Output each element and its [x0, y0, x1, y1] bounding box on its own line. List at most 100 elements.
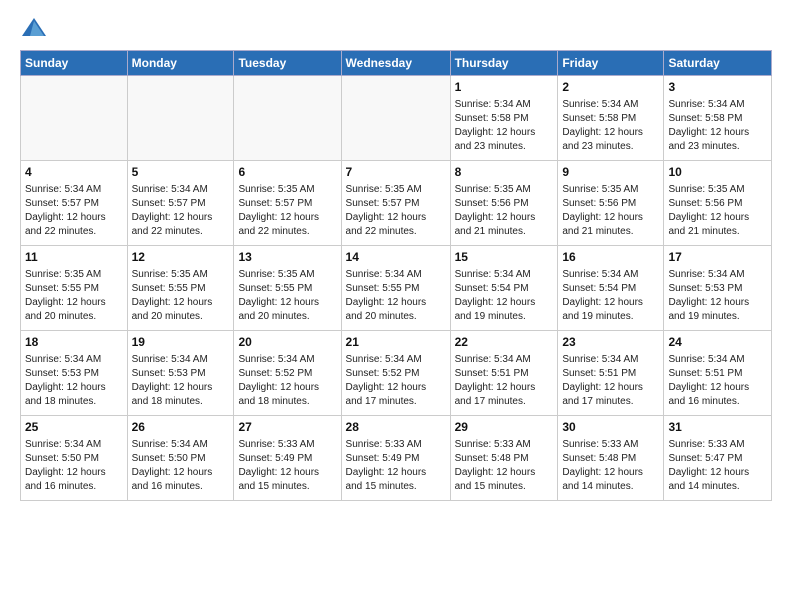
day-number: 22 [455, 334, 554, 351]
calendar-cell: 7 Sunrise: 5:35 AMSunset: 5:57 PMDaylight… [341, 161, 450, 246]
day-number: 4 [25, 164, 123, 181]
calendar-cell: 31Sunrise: 5:33 AMSunset: 5:47 PMDayligh… [664, 416, 772, 501]
day-info: Sunrise: 5:34 AMSunset: 5:53 PMDaylight:… [132, 353, 230, 409]
calendar-cell: 26Sunrise: 5:34 AMSunset: 5:50 PMDayligh… [127, 416, 234, 501]
day-info: Sunrise: 5:35 AMSunset: 5:57 PMDaylight:… [346, 183, 446, 239]
day-number: 5 [132, 164, 230, 181]
calendar-cell: 25Sunrise: 5:34 AMSunset: 5:50 PMDayligh… [21, 416, 128, 501]
day-number: 18 [25, 334, 123, 351]
day-info: Sunrise: 5:34 AMSunset: 5:58 PMDaylight:… [668, 98, 767, 154]
calendar-cell: 16 Sunrise: 5:34 AMSunset: 5:54 PMDayligh… [558, 246, 664, 331]
day-number: 15 [455, 249, 554, 266]
calendar-cell: 15 Sunrise: 5:34 AMSunset: 5:54 PMDayligh… [450, 246, 558, 331]
week-row-3: 11 Sunrise: 5:35 AMSunset: 5:55 PMDayligh… [21, 246, 772, 331]
day-number: 9 [562, 164, 659, 181]
calendar-cell: 2 Sunrise: 5:34 AMSunset: 5:58 PMDaylight… [558, 76, 664, 161]
day-number: 1 [455, 79, 554, 96]
day-info: Sunrise: 5:34 AMSunset: 5:51 PMDaylight:… [455, 353, 554, 409]
calendar-cell: 23 Sunrise: 5:34 AMSunset: 5:51 PMDayligh… [558, 331, 664, 416]
day-number: 20 [238, 334, 336, 351]
day-number: 10 [668, 164, 767, 181]
calendar-cell [341, 76, 450, 161]
day-number: 21 [346, 334, 446, 351]
day-number: 12 [132, 249, 230, 266]
day-number: 6 [238, 164, 336, 181]
calendar-cell: 28 Sunrise: 5:33 AMSunset: 5:49 PMDayligh… [341, 416, 450, 501]
calendar-cell: 8Sunrise: 5:35 AMSunset: 5:56 PMDaylight… [450, 161, 558, 246]
day-number: 27 [238, 419, 336, 436]
day-number: 24 [668, 334, 767, 351]
day-number: 19 [132, 334, 230, 351]
day-number: 16 [562, 249, 659, 266]
day-info: Sunrise: 5:34 AMSunset: 5:52 PMDaylight:… [238, 353, 336, 409]
day-info: Sunrise: 5:34 AMSunset: 5:52 PMDaylight:… [346, 353, 446, 409]
calendar-cell: 22 Sunrise: 5:34 AMSunset: 5:51 PMDayligh… [450, 331, 558, 416]
calendar-cell [127, 76, 234, 161]
day-number: 3 [668, 79, 767, 96]
week-row-5: 25Sunrise: 5:34 AMSunset: 5:50 PMDayligh… [21, 416, 772, 501]
weekday-header-row: SundayMondayTuesdayWednesdayThursdayFrid… [21, 51, 772, 76]
day-info: Sunrise: 5:33 AMSunset: 5:47 PMDaylight:… [668, 438, 767, 494]
week-row-2: 4 Sunrise: 5:34 AMSunset: 5:57 PMDaylight… [21, 161, 772, 246]
day-info: Sunrise: 5:33 AMSunset: 5:49 PMDaylight:… [238, 438, 336, 494]
day-info: Sunrise: 5:34 AMSunset: 5:53 PMDaylight:… [25, 353, 123, 409]
day-info: Sunrise: 5:34 AMSunset: 5:57 PMDaylight:… [25, 183, 123, 239]
calendar-cell: 9Sunrise: 5:35 AMSunset: 5:56 PMDaylight… [558, 161, 664, 246]
calendar-cell: 20 Sunrise: 5:34 AMSunset: 5:52 PMDayligh… [234, 331, 341, 416]
calendar-cell [234, 76, 341, 161]
calendar-cell: 14 Sunrise: 5:34 AMSunset: 5:55 PMDayligh… [341, 246, 450, 331]
day-number: 2 [562, 79, 659, 96]
day-info: Sunrise: 5:35 AMSunset: 5:57 PMDaylight:… [238, 183, 336, 239]
calendar-cell: 6 Sunrise: 5:35 AMSunset: 5:57 PMDaylight… [234, 161, 341, 246]
day-number: 17 [668, 249, 767, 266]
day-info: Sunrise: 5:34 AMSunset: 5:54 PMDaylight:… [455, 268, 554, 324]
calendar-table: SundayMondayTuesdayWednesdayThursdayFrid… [20, 50, 772, 501]
weekday-header-saturday: Saturday [664, 51, 772, 76]
day-info: Sunrise: 5:34 AMSunset: 5:51 PMDaylight:… [668, 353, 767, 409]
calendar-cell: 5 Sunrise: 5:34 AMSunset: 5:57 PMDaylight… [127, 161, 234, 246]
day-info: Sunrise: 5:35 AMSunset: 5:55 PMDaylight:… [238, 268, 336, 324]
calendar-cell: 27 Sunrise: 5:33 AMSunset: 5:49 PMDayligh… [234, 416, 341, 501]
calendar-cell: 29Sunrise: 5:33 AMSunset: 5:48 PMDayligh… [450, 416, 558, 501]
day-number: 7 [346, 164, 446, 181]
header [20, 16, 772, 40]
day-info: Sunrise: 5:34 AMSunset: 5:58 PMDaylight:… [562, 98, 659, 154]
calendar-cell: 11Sunrise: 5:35 AMSunset: 5:55 PMDayligh… [21, 246, 128, 331]
weekday-header-thursday: Thursday [450, 51, 558, 76]
day-info: Sunrise: 5:34 AMSunset: 5:51 PMDaylight:… [562, 353, 659, 409]
calendar-cell: 17 Sunrise: 5:34 AMSunset: 5:53 PMDayligh… [664, 246, 772, 331]
calendar-cell: 18 Sunrise: 5:34 AMSunset: 5:53 PMDayligh… [21, 331, 128, 416]
day-number: 26 [132, 419, 230, 436]
logo-icon [20, 16, 48, 40]
day-info: Sunrise: 5:34 AMSunset: 5:53 PMDaylight:… [668, 268, 767, 324]
week-row-4: 18 Sunrise: 5:34 AMSunset: 5:53 PMDayligh… [21, 331, 772, 416]
day-number: 23 [562, 334, 659, 351]
calendar-cell: 24 Sunrise: 5:34 AMSunset: 5:51 PMDayligh… [664, 331, 772, 416]
day-info: Sunrise: 5:35 AMSunset: 5:55 PMDaylight:… [132, 268, 230, 324]
calendar-cell: 19 Sunrise: 5:34 AMSunset: 5:53 PMDayligh… [127, 331, 234, 416]
weekday-header-monday: Monday [127, 51, 234, 76]
day-info: Sunrise: 5:33 AMSunset: 5:48 PMDaylight:… [562, 438, 659, 494]
logo [20, 16, 52, 40]
day-info: Sunrise: 5:34 AMSunset: 5:57 PMDaylight:… [132, 183, 230, 239]
day-info: Sunrise: 5:34 AMSunset: 5:54 PMDaylight:… [562, 268, 659, 324]
calendar-cell: 21 Sunrise: 5:34 AMSunset: 5:52 PMDayligh… [341, 331, 450, 416]
day-number: 8 [455, 164, 554, 181]
day-number: 14 [346, 249, 446, 266]
day-info: Sunrise: 5:35 AMSunset: 5:56 PMDaylight:… [668, 183, 767, 239]
calendar-cell: 10 Sunrise: 5:35 AMSunset: 5:56 PMDayligh… [664, 161, 772, 246]
day-number: 30 [562, 419, 659, 436]
day-number: 11 [25, 249, 123, 266]
calendar-cell: 3 Sunrise: 5:34 AMSunset: 5:58 PMDaylight… [664, 76, 772, 161]
day-number: 28 [346, 419, 446, 436]
calendar-cell: 12 Sunrise: 5:35 AMSunset: 5:55 PMDayligh… [127, 246, 234, 331]
day-info: Sunrise: 5:34 AMSunset: 5:55 PMDaylight:… [346, 268, 446, 324]
day-info: Sunrise: 5:34 AMSunset: 5:50 PMDaylight:… [25, 438, 123, 494]
weekday-header-tuesday: Tuesday [234, 51, 341, 76]
weekday-header-wednesday: Wednesday [341, 51, 450, 76]
day-info: Sunrise: 5:33 AMSunset: 5:49 PMDaylight:… [346, 438, 446, 494]
calendar-cell: 4 Sunrise: 5:34 AMSunset: 5:57 PMDaylight… [21, 161, 128, 246]
week-row-1: 1 Sunrise: 5:34 AMSunset: 5:58 PMDaylight… [21, 76, 772, 161]
day-info: Sunrise: 5:34 AMSunset: 5:58 PMDaylight:… [455, 98, 554, 154]
day-number: 13 [238, 249, 336, 266]
